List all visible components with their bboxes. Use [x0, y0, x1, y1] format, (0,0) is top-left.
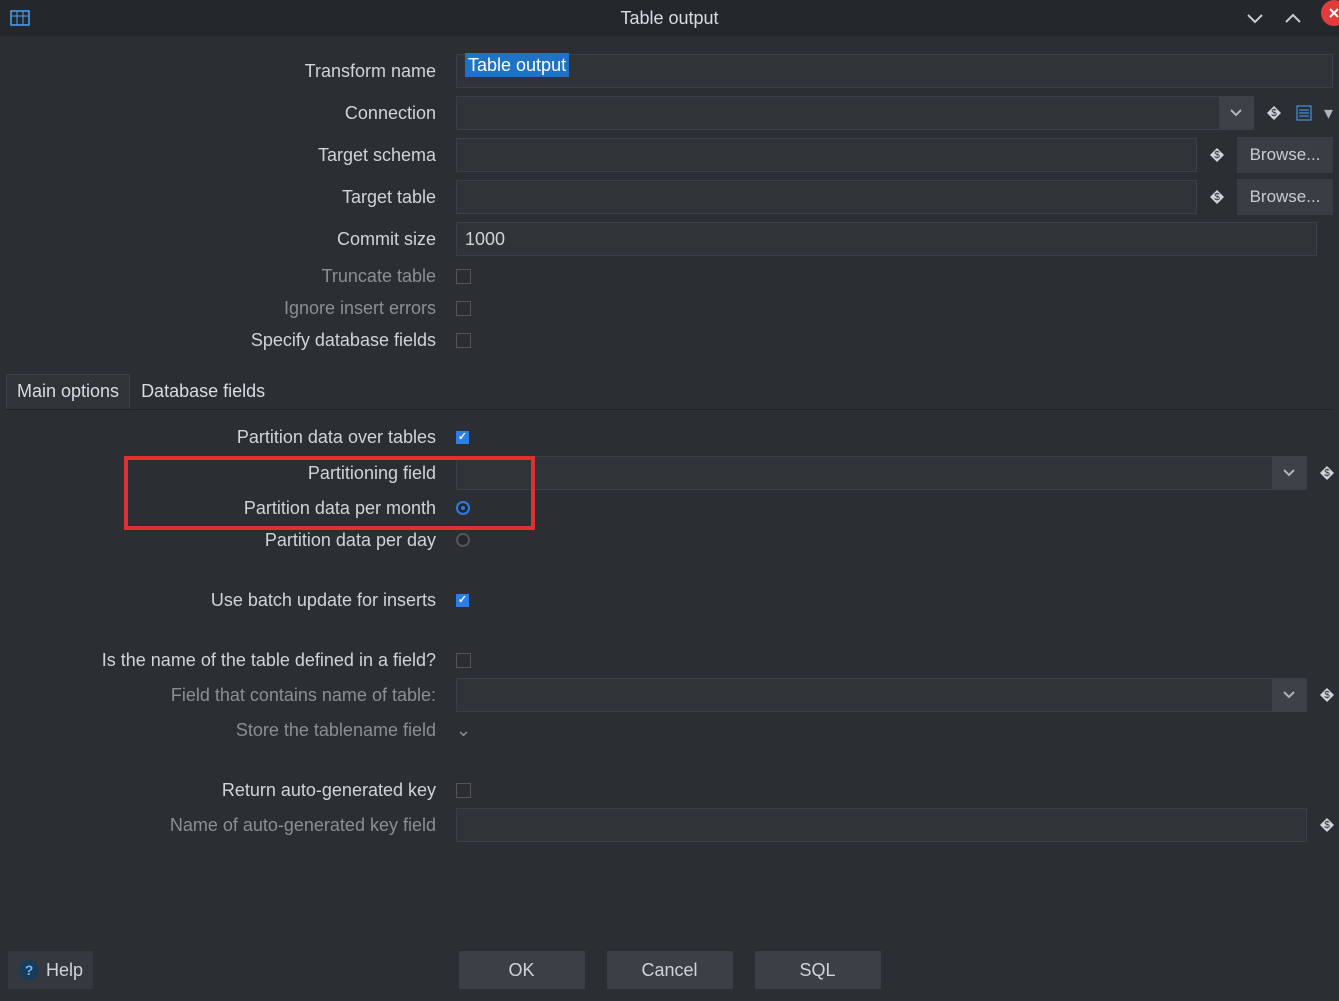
ok-button[interactable]: OK — [459, 951, 585, 989]
name-in-field-label: Is the name of the table defined in a fi… — [6, 650, 446, 671]
chevron-down-icon[interactable] — [1272, 457, 1306, 489]
help-button[interactable]: ? Help — [8, 951, 93, 989]
per-day-radio[interactable] — [456, 533, 470, 547]
window-title: Table output — [0, 8, 1339, 29]
tab-main-options[interactable]: Main options — [6, 374, 130, 409]
target-schema-input[interactable] — [456, 138, 1197, 172]
autokey-field-label: Name of auto-generated key field — [6, 815, 446, 836]
per-day-label: Partition data per day — [6, 530, 446, 551]
dropdown-caret-icon[interactable]: ▾ — [1324, 103, 1333, 124]
store-tablename-checkbox[interactable]: ⌄ — [456, 720, 471, 741]
titlebar: Table output — [0, 0, 1339, 36]
variable-icon[interactable]: $ — [1317, 463, 1337, 483]
store-tablename-label: Store the tablename field — [6, 720, 446, 741]
return-autokey-checkbox[interactable] — [456, 783, 471, 798]
truncate-checkbox[interactable] — [456, 269, 471, 284]
list-icon[interactable] — [1294, 103, 1314, 123]
variable-icon[interactable]: $ — [1207, 145, 1227, 165]
field-contains-name-label: Field that contains name of table: — [6, 685, 446, 706]
svg-text:$: $ — [1214, 192, 1220, 203]
connection-label: Connection — [6, 103, 446, 124]
truncate-label: Truncate table — [6, 266, 446, 287]
field-contains-name-combo[interactable] — [456, 678, 1307, 712]
name-in-field-checkbox[interactable] — [456, 653, 471, 668]
target-table-input[interactable] — [456, 180, 1197, 214]
connection-combo[interactable] — [456, 96, 1254, 130]
partitioning-field-combo[interactable] — [456, 456, 1307, 490]
commit-size-label: Commit size — [6, 229, 446, 250]
tabs: Main options Database fields — [6, 374, 1333, 410]
app-icon — [10, 8, 30, 28]
chevron-down-icon[interactable] — [1219, 97, 1253, 129]
highlight-annotation — [124, 456, 535, 530]
help-label: Help — [46, 960, 83, 981]
svg-text:$: $ — [1271, 108, 1277, 119]
commit-size-input[interactable] — [456, 222, 1317, 256]
partition-over-tables-label: Partition data over tables — [6, 427, 446, 448]
variable-icon[interactable]: $ — [1264, 103, 1284, 123]
browse-schema-button[interactable]: Browse... — [1237, 137, 1333, 173]
target-table-label: Target table — [6, 187, 446, 208]
help-icon: ? — [18, 959, 40, 981]
minimize-button[interactable] — [1245, 11, 1265, 25]
transform-name-label: Transform name — [6, 61, 446, 82]
transform-name-input[interactable]: Table output — [456, 54, 1333, 88]
sql-button[interactable]: SQL — [755, 951, 881, 989]
svg-text:$: $ — [1324, 820, 1330, 831]
variable-icon[interactable]: $ — [1207, 187, 1227, 207]
svg-text:$: $ — [1324, 468, 1330, 479]
specify-fields-checkbox[interactable] — [456, 333, 471, 348]
tab-database-fields[interactable]: Database fields — [130, 374, 276, 409]
ignore-errors-label: Ignore insert errors — [6, 298, 446, 319]
batch-update-label: Use batch update for inserts — [6, 590, 446, 611]
autokey-field-input[interactable] — [456, 808, 1307, 842]
specify-fields-label: Specify database fields — [6, 330, 446, 351]
return-autokey-label: Return auto-generated key — [6, 780, 446, 801]
browse-table-button[interactable]: Browse... — [1237, 179, 1333, 215]
partition-over-tables-checkbox[interactable] — [456, 431, 469, 444]
target-schema-label: Target schema — [6, 145, 446, 166]
svg-text:$: $ — [1324, 690, 1330, 701]
cancel-button[interactable]: Cancel — [607, 951, 733, 989]
batch-update-checkbox[interactable] — [456, 594, 469, 607]
svg-text:$: $ — [1214, 150, 1220, 161]
variable-icon[interactable]: $ — [1317, 815, 1337, 835]
ignore-errors-checkbox[interactable] — [456, 301, 471, 316]
maximize-button[interactable] — [1283, 11, 1303, 25]
variable-icon[interactable]: $ — [1317, 685, 1337, 705]
close-button[interactable] — [1321, 0, 1339, 26]
chevron-down-icon[interactable] — [1272, 679, 1306, 711]
svg-text:?: ? — [25, 962, 34, 978]
